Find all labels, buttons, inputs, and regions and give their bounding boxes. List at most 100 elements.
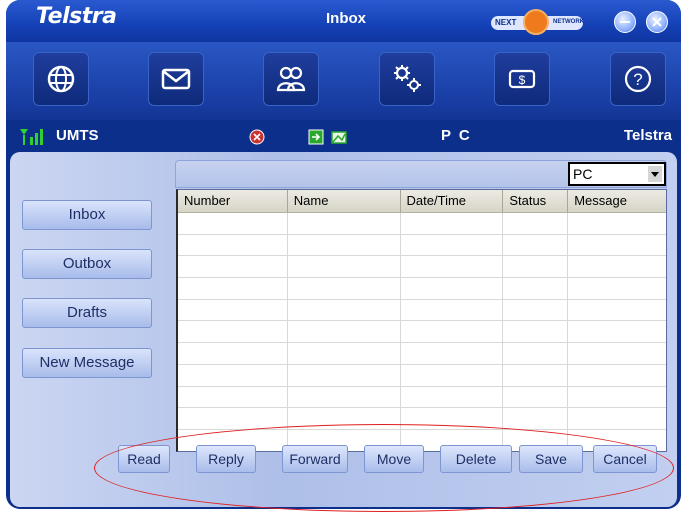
minimize-icon [620, 21, 630, 23]
column-status[interactable]: Status [503, 190, 569, 212]
table-cell [503, 364, 569, 386]
table-cell [401, 278, 504, 299]
help-button[interactable]: ? [610, 52, 666, 106]
table-row[interactable] [178, 278, 666, 300]
network-logo-text: NETWORK [553, 19, 584, 25]
table-body [178, 213, 666, 451]
table-cell [568, 300, 666, 321]
table-cell [503, 213, 569, 234]
table-row[interactable] [178, 256, 666, 279]
table-cell [568, 321, 666, 342]
table-cell [288, 234, 401, 256]
sidebar-item-outbox[interactable]: Outbox [22, 249, 152, 279]
operator-name: Telstra [623, 127, 672, 144]
svg-text:$: $ [519, 73, 526, 87]
next-logo-ring [523, 9, 549, 35]
table-cell [288, 408, 401, 429]
sidebar-item-drafts[interactable]: Drafts [22, 298, 152, 328]
table-cell [288, 321, 401, 343]
table-cell [401, 364, 504, 386]
help-icon: ? [624, 65, 652, 93]
move-button[interactable]: Move [364, 445, 424, 473]
table-row[interactable] [178, 343, 666, 365]
table-cell [503, 408, 569, 429]
minimize-button[interactable] [614, 11, 636, 33]
column-name[interactable]: Name [288, 190, 401, 212]
table-cell [401, 299, 504, 321]
dollar-card-icon: $ [508, 69, 536, 89]
connect-icon [308, 129, 324, 145]
settings-gears-icon [394, 65, 421, 92]
table-cell [288, 343, 401, 364]
network-type: UMTS [56, 127, 99, 144]
new-message-button[interactable]: New Message [22, 348, 152, 378]
table-cell [178, 299, 288, 321]
table-cell [568, 387, 666, 408]
sidebar-item-inbox[interactable]: Inbox [22, 200, 152, 230]
forward-button[interactable]: Forward [282, 445, 348, 473]
table-cell [503, 299, 569, 321]
close-button[interactable] [646, 11, 668, 33]
column-number[interactable]: Number [178, 190, 288, 212]
svg-text:?: ? [633, 70, 642, 89]
contacts-button[interactable] [263, 52, 319, 106]
window-title: Inbox [326, 10, 366, 27]
account-button[interactable]: $ [494, 52, 550, 106]
table-cell [568, 408, 666, 429]
table-cell [503, 386, 569, 408]
settings-button[interactable] [379, 52, 435, 106]
status-bar: UMTS P C Telstra [6, 120, 681, 152]
storage-select[interactable]: PC [568, 162, 666, 186]
message-table: Number Name Date/Time Status Message [176, 189, 667, 452]
table-cell [178, 321, 288, 343]
table-row[interactable] [178, 321, 666, 344]
contacts-icon [276, 66, 306, 92]
table-cell [288, 278, 401, 299]
table-cell [503, 343, 569, 364]
read-button[interactable]: Read [118, 445, 170, 473]
sms-status-icon [331, 131, 347, 144]
reply-button[interactable]: Reply [196, 445, 256, 473]
table-header: Number Name Date/Time Status Message [178, 190, 666, 213]
table-cell [178, 364, 288, 386]
table-cell [178, 386, 288, 408]
globe-icon [47, 65, 75, 93]
table-cell [503, 278, 569, 299]
table-row[interactable] [178, 364, 666, 387]
save-button[interactable]: Save [519, 445, 583, 473]
column-message[interactable]: Message [568, 190, 666, 212]
table-cell [401, 234, 504, 256]
next-network-logo: NEXT NETWORK [491, 9, 584, 35]
envelope-icon [161, 68, 191, 90]
table-cell [568, 278, 666, 299]
close-icon [652, 17, 662, 27]
table-cell [401, 343, 504, 364]
table-cell [288, 256, 401, 278]
table-cell [568, 213, 666, 234]
chevron-down-icon[interactable] [648, 166, 662, 182]
table-cell [178, 278, 288, 299]
app-window: Telstra Inbox NEXT NETWORK $ ? UMTS P C … [0, 0, 687, 512]
table-cell [568, 343, 666, 364]
table-cell [503, 234, 569, 256]
table-cell [401, 386, 504, 408]
table-cell [288, 386, 401, 408]
table-cell [401, 256, 504, 278]
table-cell [288, 213, 401, 234]
table-cell [401, 213, 504, 234]
table-row[interactable] [178, 386, 666, 409]
table-row[interactable] [178, 408, 666, 430]
next-logo-text: NEXT [495, 18, 517, 27]
table-row[interactable] [178, 234, 666, 257]
delete-button[interactable]: Delete [440, 445, 512, 473]
cancel-button[interactable]: Cancel [593, 445, 657, 473]
internet-button[interactable] [33, 52, 89, 106]
message-panel: Inbox Outbox Drafts New Message PC Numbe… [10, 152, 677, 507]
table-cell [503, 321, 569, 343]
brand-logo: Telstra [36, 4, 117, 29]
messages-button[interactable] [148, 52, 204, 106]
column-date-time[interactable]: Date/Time [401, 190, 504, 212]
table-row[interactable] [178, 213, 666, 235]
table-row[interactable] [178, 299, 666, 322]
connection-mode: P C [441, 127, 472, 144]
